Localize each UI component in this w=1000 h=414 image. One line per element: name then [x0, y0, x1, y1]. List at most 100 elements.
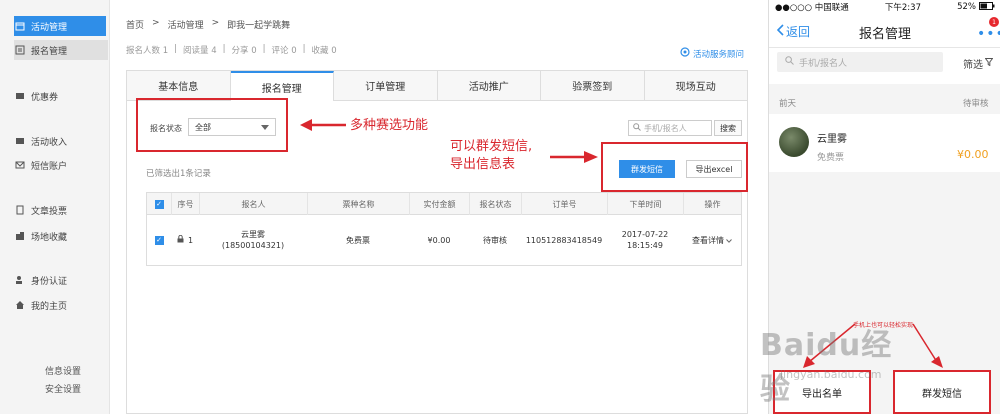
- mobile-filter-button[interactable]: 筛选: [963, 56, 994, 71]
- stat-comments: 评论 0: [271, 46, 297, 56]
- row-registrant-phone: (18500104321): [221, 241, 285, 250]
- row-view-detail-label: 查看详情: [692, 235, 724, 245]
- service-advisor-link[interactable]: 活动服务顾问: [680, 47, 744, 60]
- notification-badge: 1: [989, 17, 999, 27]
- clock-text: 下午2:37: [884, 3, 921, 13]
- sidebar-item-coupon[interactable]: 优惠券: [14, 86, 108, 106]
- sidebar-item-label: 短信账户: [31, 161, 68, 172]
- sidebar-item-registration[interactable]: 报名管理: [14, 40, 108, 60]
- actions-annotation-line1: 可以群发短信,: [450, 139, 533, 154]
- search-button[interactable]: 搜索: [714, 120, 742, 136]
- breadcrumb-activity[interactable]: 活动管理: [168, 18, 204, 31]
- export-excel-button[interactable]: 导出excel: [686, 160, 742, 178]
- status-filter-value: 全部: [195, 122, 211, 132]
- checkbox-checked-icon: ✓: [154, 199, 164, 209]
- tab-live-interaction[interactable]: 现场互动: [645, 71, 748, 100]
- tab-bar: 基本信息 报名管理 订单管理 活动推广 验票签到 现场互动: [127, 71, 747, 101]
- baidu-watermark: Baidu经验: [760, 328, 893, 407]
- more-menu-icon[interactable]: •••: [977, 26, 1000, 42]
- row-order-time-cell: 2017-07-22 18:15:49: [607, 215, 683, 265]
- tab-registration[interactable]: 报名管理: [230, 71, 334, 101]
- stat-favorites: 收藏 0: [311, 46, 337, 56]
- search-placeholder: 手机/报名人: [644, 123, 687, 133]
- annotation-arrow-down-right-icon: [912, 323, 943, 368]
- sidebar-item-homepage[interactable]: 我的主页: [14, 295, 108, 315]
- tab-orders[interactable]: 订单管理: [334, 71, 438, 100]
- registration-table: ✓ 序号 报名人 票种名称 实付金额 报名状态 订单号 下单时间 操作 ✓ 1 …: [146, 192, 742, 266]
- headset-icon: [680, 47, 690, 60]
- row-registrant-cell: 云里雾 (18500104321): [199, 215, 307, 265]
- sidebar-item-label: 报名管理: [31, 46, 68, 57]
- filter-funnel-icon: [984, 58, 994, 69]
- row-order-no: 110512883418549: [525, 235, 603, 245]
- breadcrumb: 首页 > 活动管理 > 即我一起学跳舞: [126, 18, 290, 31]
- document-icon: [14, 205, 25, 216]
- mobile-search-input[interactable]: 手机/报名人: [777, 52, 943, 72]
- sidebar-item-label: 活动收入: [31, 137, 68, 148]
- row-registrant-name: 云里雾: [241, 230, 265, 239]
- column-header-ticket: 票种名称: [307, 193, 409, 215]
- tab-ticket-check[interactable]: 验票签到: [541, 71, 645, 100]
- breadcrumb-home[interactable]: 首页: [126, 18, 144, 31]
- breadcrumb-separator: >: [211, 18, 220, 28]
- lock-icon: [177, 234, 184, 246]
- carrier-text: ●●○○○ 中国联通: [775, 3, 849, 13]
- row-view-detail[interactable]: 查看详情: [683, 215, 741, 265]
- breadcrumb-current: 即我一起学跳舞: [227, 21, 291, 31]
- sidebar-item-label: 身份认证: [31, 276, 68, 287]
- row-index-cell: 1: [171, 215, 199, 265]
- sidebar-item-sms-account[interactable]: 短信账户: [14, 155, 108, 175]
- id-card-icon: [14, 275, 25, 286]
- sidebar-item-label: 文章投票: [31, 206, 68, 217]
- row-ticket: 免费票: [346, 235, 370, 245]
- row-checkbox[interactable]: ✓: [147, 215, 171, 265]
- actions-annotation: 可以群发短信, 导出信息表: [450, 138, 532, 174]
- search-input[interactable]: 手机/报名人: [628, 120, 712, 136]
- sidebar-item-activity-management[interactable]: 活动管理: [14, 16, 106, 36]
- row-index: 1: [187, 235, 194, 245]
- sidebar-info-settings[interactable]: 信息设置: [45, 364, 81, 377]
- row-order-date: 2017-07-22: [621, 230, 669, 239]
- annotation-arrow-left-icon: [300, 119, 346, 131]
- tab-basic-info[interactable]: 基本信息: [127, 71, 231, 100]
- battery-percent: 52%: [957, 2, 976, 12]
- calendar-icon: [14, 21, 25, 32]
- bulk-sms-button[interactable]: 群发短信: [619, 160, 675, 178]
- stat-separator: |: [174, 44, 177, 54]
- sidebar-item-venue[interactable]: 场地收藏: [14, 226, 108, 246]
- row-order-time: 18:15:49: [627, 241, 663, 250]
- select-all-checkbox[interactable]: ✓: [147, 193, 171, 215]
- breadcrumb-separator: >: [152, 18, 160, 28]
- annotation-arrow-right-icon: [550, 151, 598, 163]
- mobile-filter-label: 筛选: [963, 60, 983, 71]
- tab-promotion[interactable]: 活动推广: [438, 71, 541, 100]
- sidebar-item-identity[interactable]: 身份认证: [14, 270, 108, 290]
- mobile-entry-name[interactable]: 云里雾: [817, 130, 847, 145]
- mobile-status-bar: ●●○○○ 中国联通 下午2:37 52%: [769, 0, 1000, 14]
- wallet-icon: [14, 136, 25, 147]
- sidebar-item-article-vote[interactable]: 文章投票: [14, 200, 108, 220]
- activity-stats: 报名人数 1 | 阅读量 4 | 分享 0 | 评论 0 | 收藏 0: [126, 44, 337, 56]
- sidebar-security-settings[interactable]: 安全设置: [45, 382, 81, 395]
- sidebar-item-label: 场地收藏: [31, 232, 68, 243]
- row-amount: ¥0.00: [427, 235, 451, 245]
- stat-separator: |: [262, 44, 266, 54]
- dropdown-arrow-icon: [261, 124, 269, 130]
- mobile-search-placeholder: 手机/报名人: [799, 58, 848, 69]
- table-row: ✓ 1 云里雾 (18500104321) 免费票 ¥0.00 待审核 1105…: [147, 215, 741, 265]
- status-filter-select[interactable]: 全部: [188, 118, 276, 136]
- actions-annotation-line2: 导出信息表: [450, 157, 516, 172]
- column-header-index: 序号: [171, 193, 199, 215]
- sidebar-item-label: 活动管理: [31, 22, 68, 33]
- column-header-status: 报名状态: [469, 193, 521, 215]
- result-count: 已筛选出1条记录: [146, 169, 211, 179]
- mobile-entry-price: ¥0.00: [957, 148, 989, 161]
- chevron-down-icon: [726, 235, 732, 246]
- service-advisor-label: 活动服务顾问: [693, 49, 745, 60]
- avatar: [779, 127, 809, 157]
- sidebar-item-income[interactable]: 活动收入: [14, 131, 108, 151]
- mail-icon: [14, 160, 25, 171]
- column-header-amount: 实付金额: [409, 193, 469, 215]
- battery-area: 52%: [957, 1, 995, 13]
- row-status: 待审核: [483, 235, 507, 245]
